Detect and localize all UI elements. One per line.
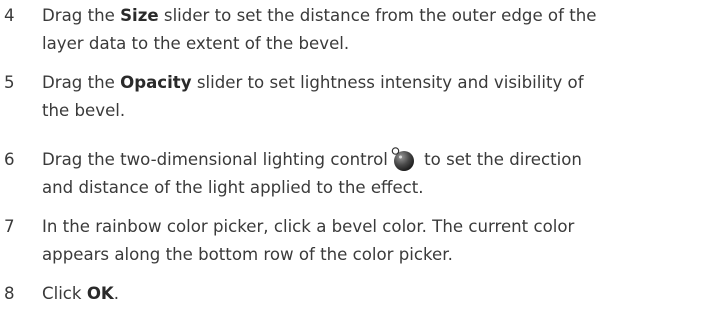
- step-text-part: slider to set the distance from the oute…: [158, 6, 597, 25]
- step-number: 5: [4, 73, 15, 92]
- step-text-part: Drag the: [42, 73, 121, 92]
- step-text-part: Drag the: [42, 6, 121, 25]
- step-text-part: to set the direction: [418, 150, 582, 169]
- step-text: In the rainbow color picker, click a bev…: [42, 213, 712, 269]
- ui-term-size: Size: [120, 6, 159, 25]
- step-line: the bevel.: [42, 101, 126, 120]
- step-text-part: Click: [42, 284, 87, 303]
- step-line: appears along the bottom row of the colo…: [42, 245, 453, 264]
- step-text: Click OK.: [42, 280, 712, 308]
- step-number: 4: [4, 6, 15, 25]
- step-text: Drag the Size slider to set the distance…: [42, 2, 712, 58]
- lighting-control-icon: [390, 146, 416, 172]
- step-text-part: slider to set lightness intensity and vi…: [191, 73, 584, 92]
- step-line: Drag the Size slider to set the distance…: [42, 2, 712, 30]
- ui-term-opacity: Opacity: [120, 73, 192, 92]
- step-number: 7: [4, 217, 15, 236]
- step-number: 8: [4, 284, 15, 303]
- step-text-part: .: [113, 284, 120, 303]
- step-text: Drag the two-dimensional lighting contro…: [42, 146, 712, 202]
- step-text: Drag the Opacity slider to set lightness…: [42, 69, 712, 125]
- step-line: Drag the Opacity slider to set lightness…: [42, 69, 712, 97]
- step-text-part: Drag the two-dimensional lighting contro…: [42, 150, 388, 169]
- step-line: Drag the two-dimensional lighting contro…: [42, 146, 712, 174]
- step-line: and distance of the light applied to the…: [42, 178, 424, 197]
- ui-term-ok: OK: [86, 284, 114, 303]
- step-line: layer data to the extent of the bevel.: [42, 34, 350, 53]
- step-line: Click OK.: [42, 280, 712, 308]
- step-number: 6: [4, 150, 15, 169]
- step-line: In the rainbow color picker, click a bev…: [42, 217, 575, 236]
